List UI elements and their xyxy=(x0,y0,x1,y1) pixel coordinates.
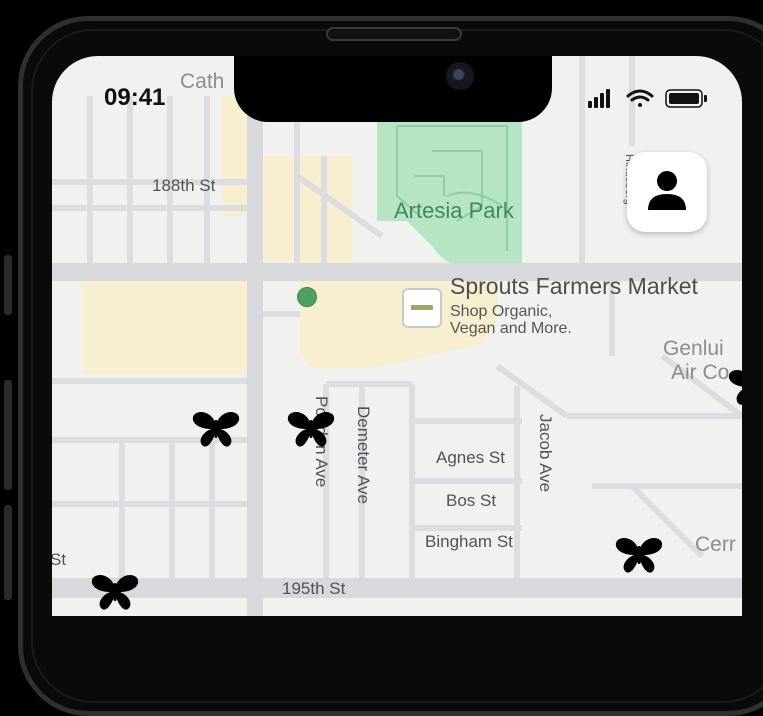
poi-label-cerr: Cerr xyxy=(695,533,736,556)
butterfly-icon[interactable] xyxy=(614,536,664,576)
notch xyxy=(234,56,552,122)
street-label-st: St xyxy=(52,550,67,569)
street-label-bingham: Bingham St xyxy=(425,532,513,551)
butterfly-icon[interactable] xyxy=(286,410,336,450)
business-subtitle-line1: Shop Organic, xyxy=(450,303,553,320)
front-camera xyxy=(446,62,474,90)
park-label[interactable]: Artesia Park xyxy=(394,200,514,222)
phone-screen: Cath 188th St Artesia Park Hindeberg Spr… xyxy=(52,56,742,616)
poi-label-genlui: Genlui xyxy=(663,337,724,360)
butterfly-icon[interactable] xyxy=(90,573,140,613)
phone-side-button xyxy=(4,380,12,490)
business-name[interactable]: Sprouts Farmers Market xyxy=(450,275,698,298)
butterfly-icon[interactable] xyxy=(191,410,241,450)
street-label-agnes: Agnes St xyxy=(436,448,505,467)
location-dot-icon[interactable] xyxy=(297,287,317,307)
business-subtitle-line2: Vegan and More. xyxy=(450,320,572,337)
phone-side-button xyxy=(4,505,12,600)
street-label-188th: 188th St xyxy=(152,176,216,195)
street-label-bos: Bos St xyxy=(446,491,497,510)
person-icon xyxy=(648,171,686,210)
butterfly-icon[interactable] xyxy=(727,368,742,408)
status-icons xyxy=(588,89,707,108)
battery-icon xyxy=(665,89,707,108)
map-canvas[interactable] xyxy=(52,56,742,616)
sprouts-logo-icon[interactable] xyxy=(402,288,442,328)
street-label-195th: 195th St xyxy=(282,579,346,598)
status-time: 09:41 xyxy=(104,84,166,111)
street-label-jacob: Jacob Ave xyxy=(536,414,555,493)
street-label-demeter: Demeter Ave xyxy=(354,406,373,504)
phone-side-button xyxy=(4,255,12,315)
signal-bars-icon xyxy=(588,89,610,108)
profile-button[interactable] xyxy=(627,152,707,232)
speaker-slot xyxy=(326,27,462,41)
wifi-icon xyxy=(626,89,654,107)
street-label-cathedral: Cath xyxy=(180,70,225,93)
poi-label-genlui-line2: Air Co xyxy=(671,361,730,384)
